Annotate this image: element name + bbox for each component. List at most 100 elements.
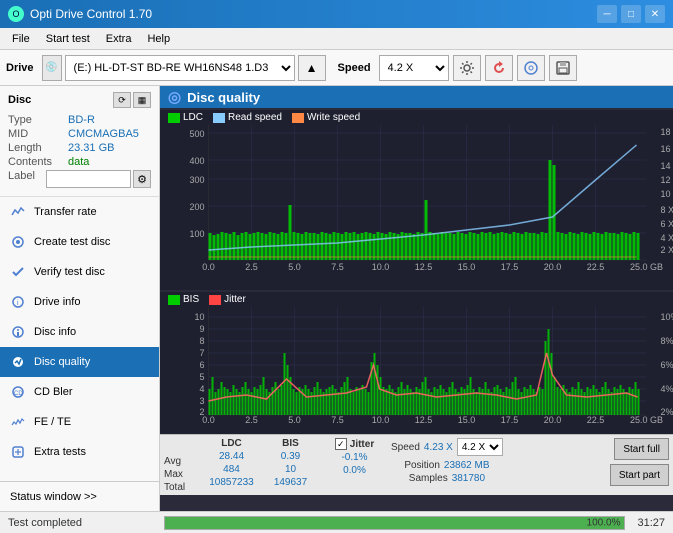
start-full-button[interactable]: Start full <box>614 438 669 460</box>
app-icon: O <box>8 6 24 22</box>
refresh-button[interactable] <box>485 55 513 81</box>
maximize-button[interactable]: □ <box>621 5 641 23</box>
toolbar: Drive 💿 (E:) HL-DT-ST BD-RE WH16NS48 1.D… <box>0 50 673 86</box>
sidebar-item-drive-info[interactable]: i Drive info <box>0 287 159 317</box>
total-row-label: Total <box>164 482 200 493</box>
type-value: BD-R <box>68 114 95 126</box>
label-input[interactable] <box>46 170 131 188</box>
svg-text:0.0: 0.0 <box>202 262 215 272</box>
svg-text:4%: 4% <box>661 384 673 394</box>
sidebar-item-verify-test-disc[interactable]: Verify test disc <box>0 257 159 287</box>
bis-header: BIS <box>282 438 299 449</box>
settings-button[interactable] <box>453 55 481 81</box>
close-button[interactable]: ✕ <box>645 5 665 23</box>
position-row: Position 23862 MB <box>404 460 489 471</box>
type-label: Type <box>8 114 68 126</box>
disc-icon <box>523 60 539 76</box>
disc-label-row: Label ⚙ <box>8 170 151 188</box>
bis-legend: BIS <box>168 294 199 305</box>
menu-help[interactable]: Help <box>139 31 178 47</box>
speed-dropdown[interactable]: 4.2 X <box>457 438 503 456</box>
bis-color <box>168 295 180 305</box>
save-icon <box>555 60 571 76</box>
minimize-button[interactable]: ─ <box>597 5 617 23</box>
svg-text:200: 200 <box>189 202 204 212</box>
svg-text:18 X: 18 X <box>661 127 673 137</box>
status-window-button[interactable]: Status window >> <box>0 481 159 511</box>
verify-test-disc-icon <box>10 264 26 280</box>
svg-text:10: 10 <box>194 312 204 322</box>
svg-text:6 X: 6 X <box>661 219 673 229</box>
start-part-button[interactable]: Start part <box>610 464 669 486</box>
mid-value: CMCMAGBA5 <box>68 128 139 140</box>
speed-header-row: Speed 4.23 X 4.2 X <box>391 438 503 456</box>
menu-file[interactable]: File <box>4 31 38 47</box>
transfer-rate-label: Transfer rate <box>34 206 97 218</box>
bottom-chart-svg: 10 9 8 7 6 5 4 3 2 10% 8% 6% 4% 2% 0.0 2… <box>160 307 673 425</box>
position-label: Position <box>404 460 440 471</box>
speed-header-label: Speed <box>391 442 420 453</box>
title-bar-controls: ─ □ ✕ <box>597 5 665 23</box>
jitter-legend: Jitter <box>209 294 246 305</box>
eject-button[interactable]: ▲ <box>298 55 326 81</box>
bis-avg-val: 0.39 <box>281 451 300 462</box>
fe-te-icon <box>10 414 26 430</box>
disc-icon-1[interactable]: ⟳ <box>113 92 131 108</box>
length-value: 23.31 GB <box>68 142 114 154</box>
disc-mid-row: MID CMCMAGBA5 <box>8 128 151 140</box>
sidebar-item-transfer-rate[interactable]: Transfer rate <box>0 197 159 227</box>
speed-stats: Speed 4.23 X 4.2 X Position 23862 MB Sam… <box>391 438 503 484</box>
menu-start-test[interactable]: Start test <box>38 31 98 47</box>
svg-text:20.0: 20.0 <box>544 262 562 272</box>
jitter-checkbox[interactable]: ✓ <box>335 438 347 450</box>
svg-text:4 X: 4 X <box>661 233 673 243</box>
save-button[interactable] <box>549 55 577 81</box>
settings-icon <box>459 60 475 76</box>
jitter-label: Jitter <box>224 294 246 305</box>
sidebar-item-create-test-disc[interactable]: Create test disc <box>0 227 159 257</box>
svg-text:2 X: 2 X <box>661 245 673 255</box>
refresh-icon <box>491 60 507 76</box>
sidebar-item-disc-quality[interactable]: Disc quality <box>0 347 159 377</box>
top-chart-legend: LDC Read speed Write speed <box>160 110 673 125</box>
svg-text:25.0 GB: 25.0 GB <box>630 262 663 272</box>
drive-info-label: Drive info <box>34 296 80 308</box>
app-title: Opti Drive Control 1.70 <box>30 7 152 21</box>
status-bar: Test completed 100.0% 31:27 <box>0 511 673 533</box>
svg-text:10 X: 10 X <box>661 189 673 199</box>
content-area: ◎ Disc quality LDC Read speed Write spee… <box>160 86 673 511</box>
sidebar-item-extra-tests[interactable]: Extra tests <box>0 437 159 467</box>
avg-row-label: Avg <box>164 456 200 467</box>
svg-text:500: 500 <box>189 129 204 139</box>
ldc-total-val: 10857233 <box>209 477 254 488</box>
ldc-header: LDC <box>221 438 242 449</box>
drive-label: Drive <box>6 62 34 74</box>
drive-selector[interactable]: (E:) HL-DT-ST BD-RE WH16NS48 1.D3 <box>65 55 295 81</box>
menu-extra[interactable]: Extra <box>98 31 140 47</box>
svg-text:25.0 GB: 25.0 GB <box>630 415 663 425</box>
disc-header: Disc ⟳ ▦ <box>8 92 151 108</box>
svg-text:15.0: 15.0 <box>458 415 476 425</box>
sidebar-item-disc-info[interactable]: Disc info <box>0 317 159 347</box>
jitter-color <box>209 295 221 305</box>
disc-button[interactable] <box>517 55 545 81</box>
header-spacer <box>164 438 200 454</box>
label-edit-button[interactable]: ⚙ <box>133 170 151 188</box>
progress-percentage: 100.0% <box>587 517 621 528</box>
svg-text:6: 6 <box>199 360 204 370</box>
svg-text:7.5: 7.5 <box>331 415 344 425</box>
max-row-label: Max <box>164 469 200 480</box>
speed-selector[interactable]: 4.2 X <box>379 55 449 81</box>
svg-text:17.5: 17.5 <box>501 262 519 272</box>
svg-text:8 X: 8 X <box>661 205 673 215</box>
bis-total-val: 149637 <box>274 477 307 488</box>
svg-text:0.0: 0.0 <box>202 415 215 425</box>
svg-text:9: 9 <box>199 324 204 334</box>
disc-icon-2[interactable]: ▦ <box>133 92 151 108</box>
write-speed-color <box>292 113 304 123</box>
bis-label: BIS <box>183 294 199 305</box>
sidebar-item-fe-te[interactable]: FE / TE <box>0 407 159 437</box>
disc-info-icon <box>10 324 26 340</box>
sidebar-item-cd-bler[interactable]: CD CD Bler <box>0 377 159 407</box>
drive-info-icon: i <box>10 294 26 310</box>
